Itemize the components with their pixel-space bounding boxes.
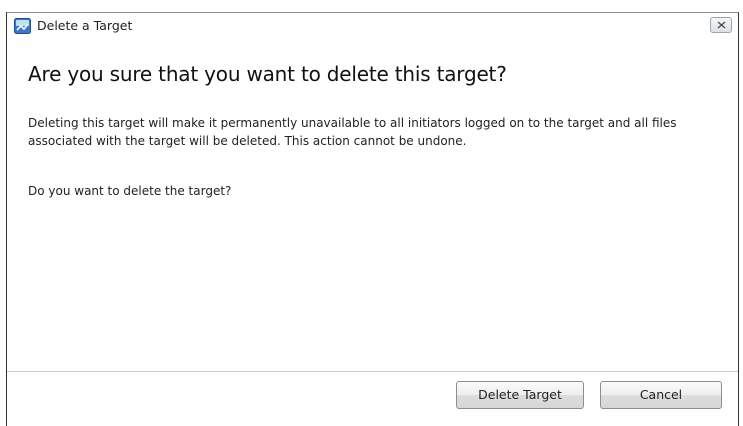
delete-target-dialog: Delete a Target Are you sure that you wa… <box>6 12 739 426</box>
footer-separator <box>7 371 738 373</box>
page: g ng g Delete a Target Are you sure that… <box>0 0 743 426</box>
confirmation-question: Do you want to delete the target? <box>28 184 232 198</box>
description-line-2: associated with the target will be delet… <box>28 134 467 148</box>
close-icon <box>717 21 726 29</box>
delete-target-button[interactable]: Delete Target <box>456 381 584 409</box>
cancel-button[interactable]: Cancel <box>600 381 722 409</box>
storage-target-icon <box>14 18 31 34</box>
description-line-1: Deleting this target will make it perman… <box>28 116 677 130</box>
title-bar[interactable]: Delete a Target <box>7 13 738 39</box>
window-title: Delete a Target <box>37 18 133 33</box>
dialog-heading: Are you sure that you want to delete thi… <box>28 62 507 86</box>
close-button[interactable] <box>710 17 732 33</box>
warning-description: Deleting this target will make it perman… <box>28 114 728 150</box>
